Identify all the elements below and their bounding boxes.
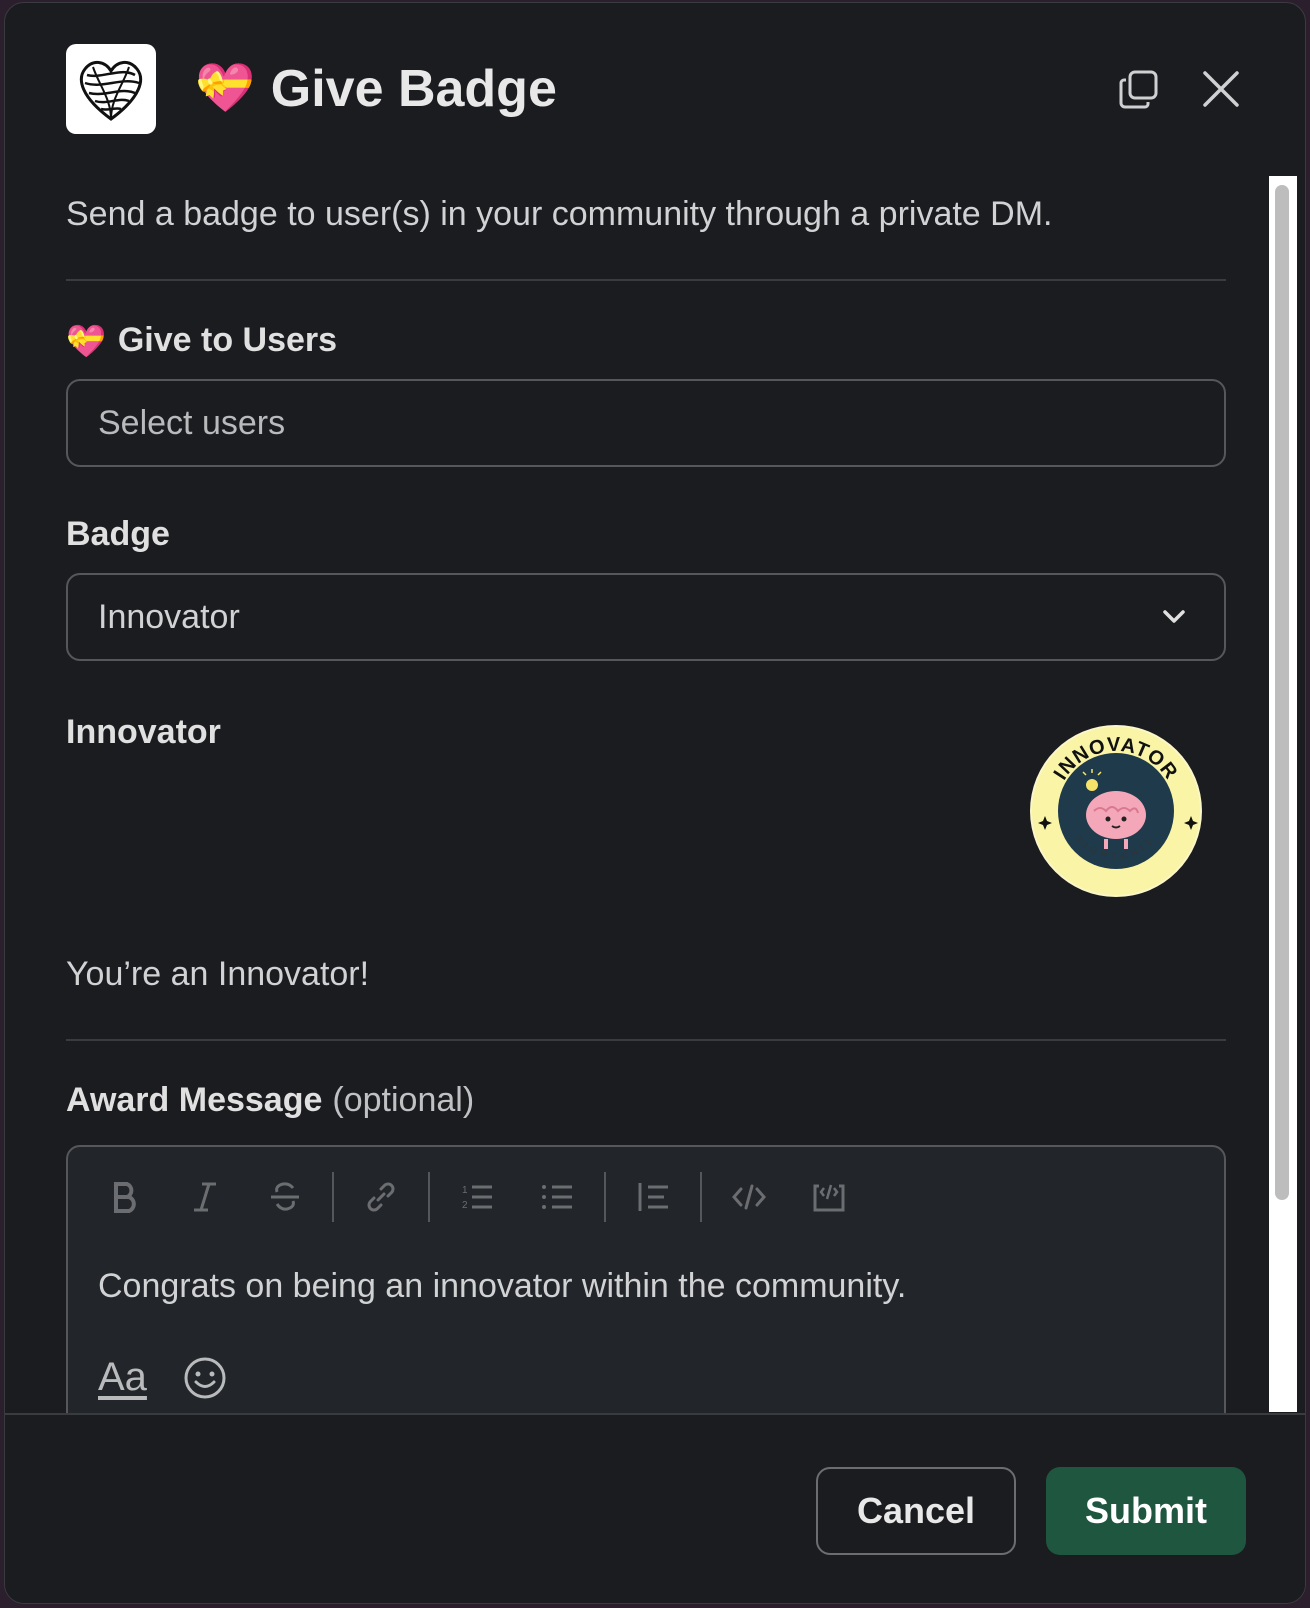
link-icon [367,1182,395,1212]
app-logo [66,44,156,134]
submit-button[interactable]: Submit [1046,1467,1246,1555]
award-message-label-text: Award Message [66,1081,323,1119]
strikethrough-button[interactable] [256,1169,314,1225]
bullet-list-icon [542,1185,572,1209]
badge-label: Badge [66,515,170,554]
toolbar-separator [332,1172,334,1222]
format-toolbar: 12 [96,1169,880,1225]
cancel-button[interactable]: Cancel [816,1467,1016,1555]
text-format-button[interactable]: Aa [98,1355,147,1400]
modal-header: 💝 Give Badge [5,3,1305,173]
ordered-list-icon: 12 [462,1185,492,1211]
modal-body: Send a badge to user(s) in your communit… [5,173,1305,1413]
close-button[interactable] [1195,63,1247,115]
toolbar-separator [604,1172,606,1222]
innovator-badge-image: INNOVATOR TIGHTKNIT [1030,725,1202,897]
italic-icon [194,1182,216,1212]
italic-button[interactable] [176,1169,234,1225]
blockquote-icon [638,1183,668,1211]
link-button[interactable] [352,1169,410,1225]
badge-preview-description: You’re an Innovator! [66,955,370,993]
divider [66,279,1226,281]
editor-bottom-bar: Aa [98,1355,227,1400]
close-icon [1203,71,1239,107]
badge-preview-name: Innovator [66,713,221,751]
badge-select[interactable]: Innovator [66,573,1226,661]
emoji-icon[interactable] [183,1356,227,1400]
heart-ribbon-icon: 💝 [195,62,255,115]
copy-icon [1119,70,1158,109]
give-to-users-text: Give to Users [117,321,338,359]
modal-footer: Cancel Submit [5,1413,1305,1603]
give-badge-modal: 💝 Give Badge Send a badge to user(s) in … [4,2,1306,1604]
award-message-editor[interactable]: 12 Congrats on being an innovator within… [66,1145,1226,1413]
svg-text:2: 2 [462,1200,468,1211]
ordered-list-button[interactable]: 12 [448,1169,506,1225]
code-icon [732,1184,766,1210]
copy-button[interactable] [1113,63,1165,115]
select-users-placeholder: Select users [98,403,286,442]
bullet-list-button[interactable] [528,1169,586,1225]
toolbar-separator [428,1172,430,1222]
strikethrough-icon [271,1182,299,1211]
code-block-icon [813,1184,845,1212]
bold-button[interactable] [96,1169,154,1225]
code-block-button[interactable] [800,1169,858,1225]
scrollbar-thumb[interactable] [1275,185,1289,1200]
divider [66,1039,1226,1041]
award-message-text[interactable]: Congrats on being an innovator within th… [98,1267,906,1306]
yarn-heart-icon [80,61,142,121]
toolbar-separator [700,1172,702,1222]
award-message-label: Award Message (optional) [66,1081,474,1120]
blockquote-button[interactable] [624,1169,682,1225]
modal-description: Send a badge to user(s) in your communit… [66,195,1053,233]
bold-icon [114,1182,136,1213]
select-users-input[interactable]: Select users [66,379,1226,467]
optional-text: (optional) [332,1081,475,1119]
modal-title: Give Badge [270,60,557,118]
chevron-down-icon [1163,610,1185,623]
badge-label-text: Badge [66,515,170,553]
modal-title-wrap: 💝 Give Badge [195,59,557,119]
code-button[interactable] [720,1169,778,1225]
heart-ribbon-icon: 💝 [66,322,106,359]
give-to-users-label: 💝 Give to Users [66,321,337,360]
svg-text:1: 1 [462,1185,468,1196]
badge-select-value: Innovator [98,597,240,636]
